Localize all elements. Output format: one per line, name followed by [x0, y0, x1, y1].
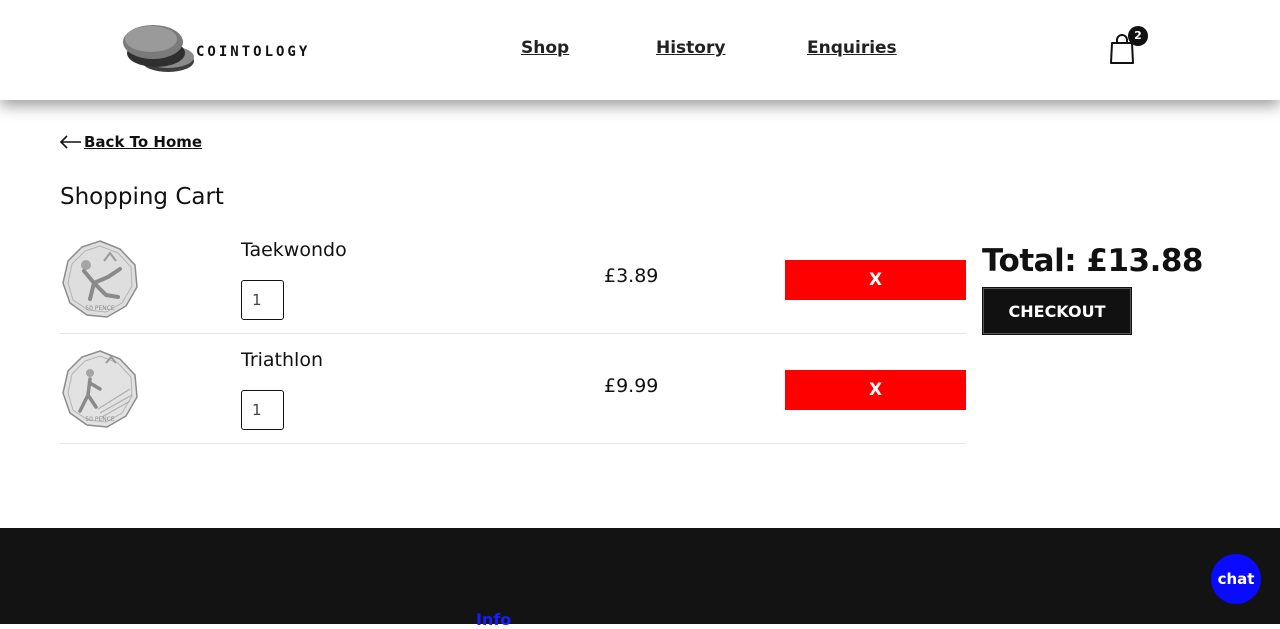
chat-button[interactable]: chat — [1211, 554, 1261, 604]
cart-total: Total: £13.88 — [982, 243, 1204, 279]
nav-shop[interactable]: Shop — [521, 38, 569, 58]
remove-item-button[interactable]: X — [785, 260, 966, 300]
item-price: £3.89 — [604, 265, 659, 287]
triathlon-coin-icon: 50 PENCE — [62, 350, 138, 428]
arrow-left-icon — [60, 135, 81, 149]
back-link-label: Back To Home — [84, 133, 203, 151]
site-header: COINTOLOGY Shop History Enquiries 2 — [0, 0, 1280, 100]
coins-logo-icon — [123, 25, 194, 72]
taekwondo-coin-icon: 50 PENCE — [62, 240, 138, 318]
footer-info-link[interactable]: Info — [476, 610, 511, 629]
quantity-input[interactable] — [241, 280, 284, 320]
item-price: £9.99 — [604, 375, 659, 397]
svg-text:50 PENCE: 50 PENCE — [85, 305, 115, 312]
item-name: Triathlon — [241, 349, 323, 371]
brand-name: COINTOLOGY — [196, 44, 311, 60]
svg-text:50 PENCE: 50 PENCE — [85, 416, 115, 423]
page-title: Shopping Cart — [60, 184, 224, 210]
cart-item-row: 50 PENCE Triathlon £9.99 X — [60, 333, 966, 444]
cart-count-badge: 2 — [1128, 26, 1148, 46]
brand-logo[interactable]: COINTOLOGY — [120, 18, 320, 78]
cart-item-row: 50 PENCE Taekwondo £3.89 X — [60, 223, 966, 334]
site-footer: Info — [0, 528, 1280, 629]
item-name: Taekwondo — [241, 239, 347, 261]
cart-button[interactable]: 2 — [1108, 26, 1150, 64]
nav-history[interactable]: History — [656, 38, 725, 58]
quantity-input[interactable] — [241, 390, 284, 430]
checkout-button[interactable]: CHECKOUT — [982, 287, 1132, 335]
nav-enquiries[interactable]: Enquiries — [807, 38, 897, 58]
remove-item-button[interactable]: X — [785, 370, 966, 410]
